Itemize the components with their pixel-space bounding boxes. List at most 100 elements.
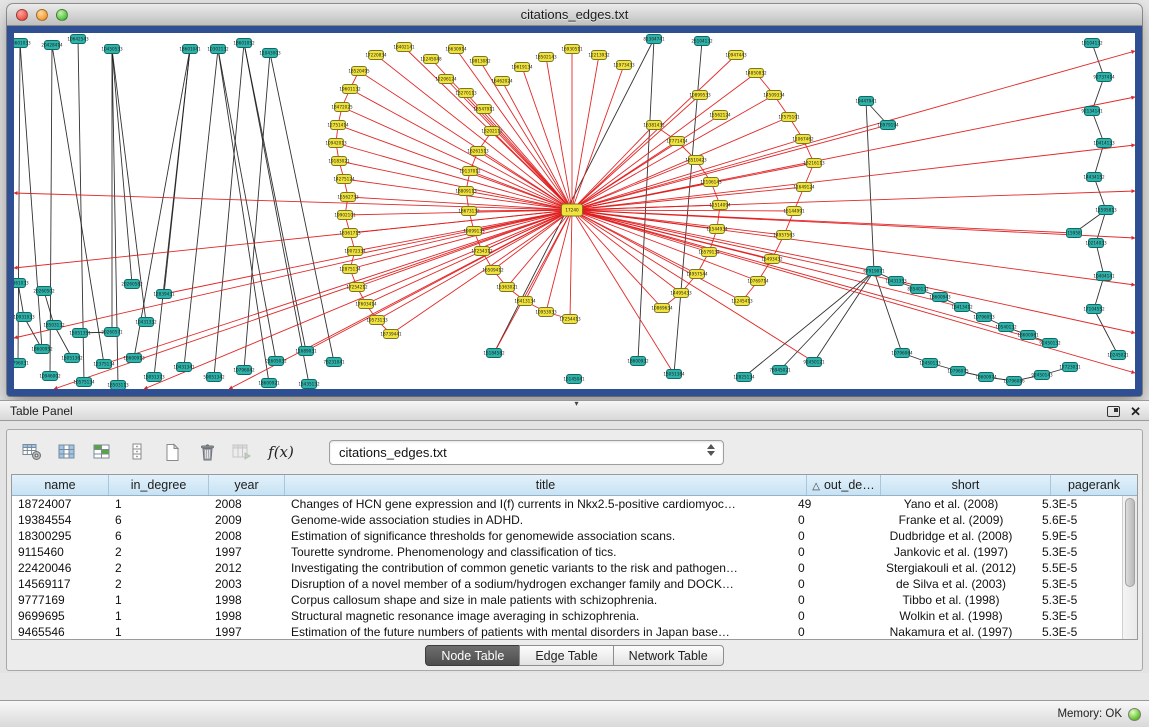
network-canvas[interactable]: 1860103320428414106425431045053318601041…: [14, 33, 1135, 389]
network-node[interactable]: 10404141: [1093, 272, 1115, 281]
network-node[interactable]: 11861033: [14, 279, 29, 288]
network-node[interactable]: 19104132: [1081, 39, 1103, 48]
network-node[interactable]: 10796031: [14, 359, 29, 368]
network-node[interactable]: 11514094: [709, 201, 731, 210]
network-node[interactable]: 19619134: [511, 63, 533, 72]
network-node[interactable]: 16261513: [467, 147, 489, 156]
network-node[interactable]: 10796064: [891, 349, 913, 358]
network-node[interactable]: 11544934: [706, 225, 728, 234]
network-node[interactable]: 18600921: [258, 379, 280, 388]
network-node[interactable]: 19573133: [366, 316, 388, 325]
network-node[interactable]: 12450133: [919, 359, 941, 368]
network-node[interactable]: 11649124: [793, 183, 815, 192]
network-node[interactable]: 15051384: [663, 370, 685, 379]
network-node[interactable]: 11245048: [420, 55, 442, 64]
table-row[interactable]: 22420046 2 2012 Investigating the contri…: [12, 560, 1122, 576]
network-node[interactable]: 10450533: [101, 45, 123, 54]
network-node[interactable]: 15051351: [69, 329, 91, 338]
network-node[interactable]: 18600913: [123, 354, 145, 363]
table-row[interactable]: 18724007 1 2008 Changes of HCN gene expr…: [12, 496, 1122, 512]
network-node[interactable]: 19447941: [855, 97, 877, 106]
float-panel-icon[interactable]: [1107, 406, 1120, 417]
network-node[interactable]: 12213932: [588, 51, 610, 60]
table-mode-button[interactable]: [19, 439, 45, 465]
show-columns-button[interactable]: [54, 439, 80, 465]
network-node[interactable]: 14434152: [1083, 173, 1105, 182]
network-node[interactable]: 17254413: [559, 315, 581, 324]
network-node[interactable]: 15562124: [709, 111, 731, 120]
column-header-pagerank[interactable]: pagerank: [1051, 475, 1137, 495]
network-node[interactable]: 92450132: [1039, 339, 1061, 348]
column-header-name[interactable]: name: [12, 475, 109, 495]
network-node[interactable]: 17254212: [346, 283, 368, 292]
table-select-dropdown[interactable]: citations_edges.txt: [329, 440, 724, 465]
network-node[interactable]: 10953933: [535, 308, 557, 317]
network-node[interactable]: 15145041: [563, 375, 585, 384]
network-node[interactable]: 11595813: [1095, 206, 1117, 215]
network-node[interactable]: 17603414: [355, 300, 377, 309]
network-node[interactable]: 12875134: [339, 265, 361, 274]
network-node[interactable]: 18600943: [929, 293, 951, 302]
close-panel-icon[interactable]: ✕: [1130, 405, 1141, 418]
network-node[interactable]: 12751414: [327, 121, 349, 130]
network-node[interactable]: 12839431: [153, 290, 175, 299]
network-node[interactable]: 10946002: [39, 372, 61, 381]
network-node[interactable]: 76231041: [323, 358, 345, 367]
network-node[interactable]: 10869634: [651, 304, 673, 313]
network-node[interactable]: 18510423: [685, 156, 707, 165]
network-node[interactable]: 16579132: [698, 248, 720, 257]
network-node[interactable]: 92737414: [1093, 73, 1115, 82]
network-node[interactable]: 81304741: [643, 35, 665, 44]
network-node[interactable]: 12206124: [435, 75, 457, 84]
network-node[interactable]: 18413134: [514, 297, 536, 306]
network-node[interactable]: 18472025: [331, 103, 353, 112]
close-window-button[interactable]: [16, 9, 28, 21]
network-node[interactable]: 10214033: [1085, 239, 1107, 248]
network-node[interactable]: 10245021: [1107, 351, 1129, 360]
network-node[interactable]: 15184582: [483, 349, 505, 358]
window-titlebar[interactable]: citations_edges.txt: [7, 4, 1142, 26]
network-node[interactable]: 17575101: [778, 113, 800, 122]
tab-node-table[interactable]: Node Table: [425, 645, 520, 666]
column-header-short[interactable]: short: [881, 475, 1051, 495]
network-node[interactable]: 18600932: [627, 357, 649, 366]
table-vertical-scrollbar[interactable]: [1122, 496, 1137, 639]
table-row[interactable]: 9115460 2 1997 Tourette syndrome. Phenom…: [12, 544, 1122, 560]
network-node[interactable]: 19137012: [459, 167, 481, 176]
table-row[interactable]: 18300295 6 2008 Estimation of significan…: [12, 528, 1122, 544]
scrollbar-thumb[interactable]: [1125, 498, 1135, 587]
network-node[interactable]: 15051373: [143, 373, 165, 382]
table-row[interactable]: 9465546 1 1997 Estimation of the future …: [12, 624, 1122, 639]
network-node[interactable]: 10540132: [995, 323, 1017, 332]
column-header-in-degree[interactable]: in_degree: [109, 475, 209, 495]
row-height-button[interactable]: [124, 439, 150, 465]
network-node[interactable]: 92134141: [1081, 107, 1103, 116]
tab-network-table[interactable]: Network Table: [613, 645, 724, 666]
network-node[interactable]: 14495433: [670, 289, 692, 298]
network-node[interactable]: 18600974: [975, 373, 997, 382]
network-node[interactable]: 18502143: [535, 53, 557, 62]
network-node[interactable]: 12825134: [733, 373, 755, 382]
network-node[interactable]: 18361713: [339, 229, 361, 238]
network-node[interactable]: 17723031: [1059, 363, 1081, 372]
network-node[interactable]: 13216113: [803, 159, 825, 168]
network-node[interactable]: 10431332: [135, 318, 157, 327]
network-node[interactable]: 18503113: [107, 381, 129, 390]
table-row[interactable]: 9699695 1 1998 Structural magnetic reson…: [12, 608, 1122, 624]
network-node[interactable]: 15562733: [337, 193, 359, 202]
network-node[interactable]: 17240: [562, 204, 583, 216]
network-node[interactable]: 10796053: [973, 313, 995, 322]
network-node[interactable]: 10769714: [747, 277, 769, 286]
network-node[interactable]: 16509412: [482, 266, 504, 275]
network-node[interactable]: 18601033: [14, 39, 31, 48]
network-node[interactable]: 92450121: [803, 358, 825, 367]
network-node[interactable]: 10796075: [947, 367, 969, 376]
network-node[interactable]: 18673132: [458, 207, 480, 216]
network-node[interactable]: 10899533: [689, 91, 711, 100]
import-table-button[interactable]: [229, 439, 255, 465]
network-node[interactable]: 19072334: [344, 247, 366, 256]
network-node[interactable]: 15958: [1067, 229, 1082, 238]
column-header-title[interactable]: title: [285, 475, 807, 495]
network-node[interactable]: 10302132: [207, 45, 229, 54]
network-node[interactable]: 10575134: [73, 378, 95, 387]
